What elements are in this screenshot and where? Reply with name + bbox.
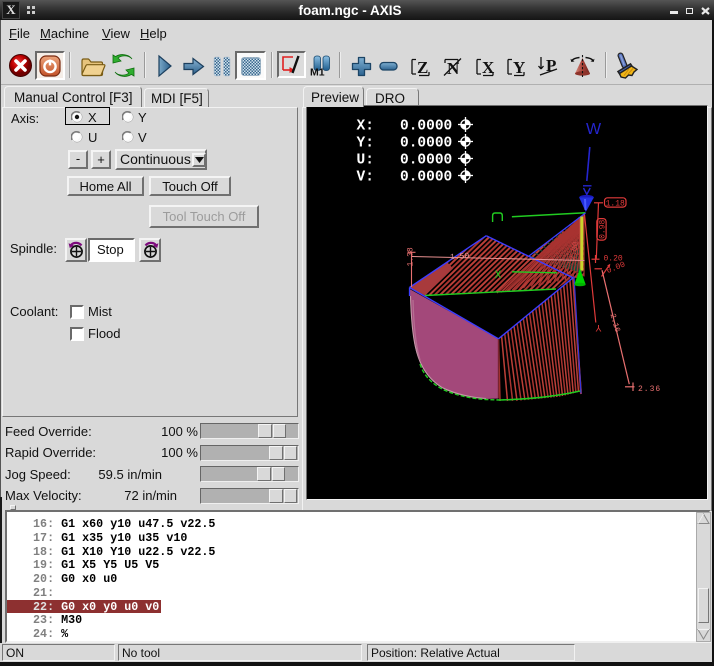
svg-text:X: 0.0000: X: 0.0000 (357, 119, 453, 135)
svg-text:0.98: 0.98 (598, 219, 607, 238)
svg-text:Y: Y (595, 321, 601, 332)
svg-text:X: X (482, 58, 495, 77)
svg-text:X: X (495, 270, 502, 282)
svg-text:V: 0.0000: V: 0.0000 (357, 170, 453, 186)
svg-text:2.36: 2.36 (638, 385, 661, 394)
svg-text:U: 0.0000: U: 0.0000 (357, 153, 453, 169)
svg-text:M1: M1 (310, 67, 325, 77)
svg-text:W: W (586, 121, 602, 138)
svg-text:Y: 0.0000: Y: 0.0000 (357, 136, 453, 152)
svg-text:1.50: 1.50 (450, 252, 470, 262)
svg-text:P: P (546, 56, 556, 75)
svg-text:Y: Y (513, 58, 525, 77)
svg-text:N: N (447, 59, 460, 78)
svg-text:Z: Z (417, 58, 428, 77)
svg-text:1.18: 1.18 (606, 199, 625, 208)
